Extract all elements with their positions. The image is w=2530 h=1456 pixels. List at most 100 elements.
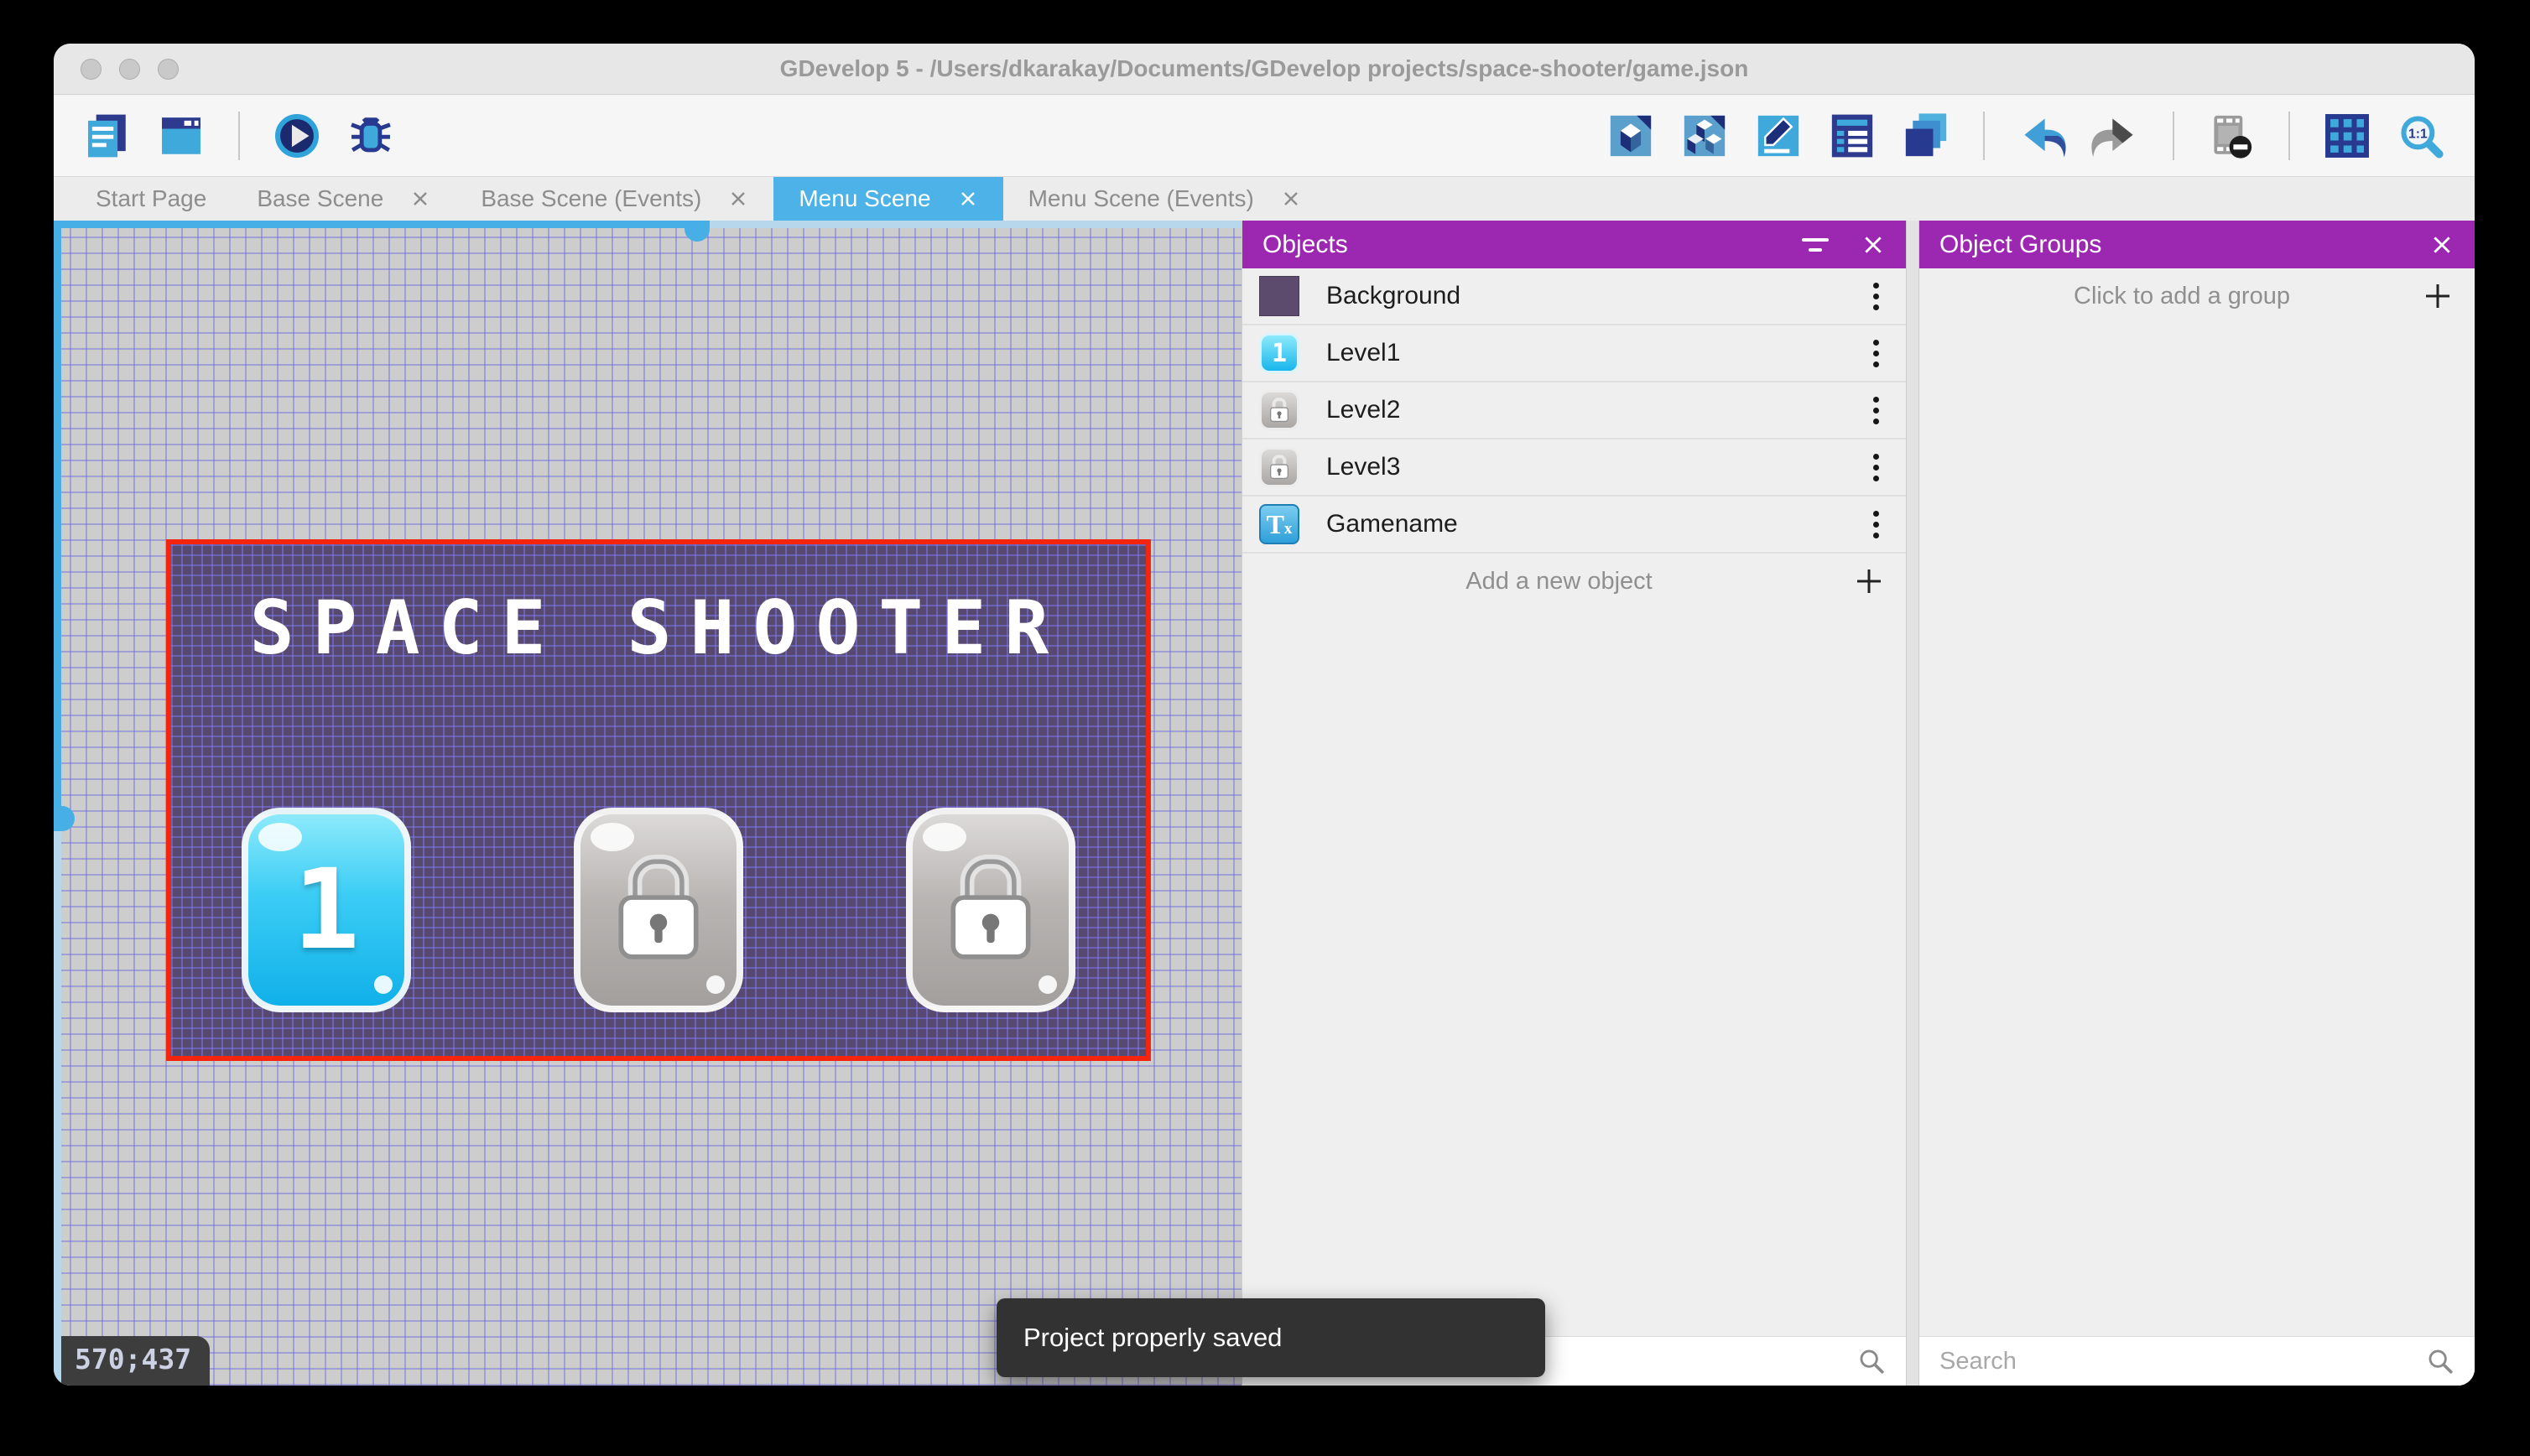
minimize-window-button[interactable] bbox=[119, 59, 140, 80]
object-thumbnail-level2 bbox=[1259, 390, 1299, 430]
object-thumbnail-background bbox=[1259, 276, 1299, 316]
object-name: Level3 bbox=[1326, 453, 1863, 481]
object-row-gamename[interactable]: Tx Gamename bbox=[1242, 497, 1906, 554]
redo-button[interactable] bbox=[2085, 106, 2146, 166]
toolbar-separator bbox=[2173, 112, 2174, 160]
scene-title-instance[interactable]: SPACE SHOOTER bbox=[171, 585, 1146, 671]
object-row-level2[interactable]: Level2 bbox=[1242, 382, 1906, 439]
object-name: Background bbox=[1326, 282, 1863, 310]
scene-window-icon bbox=[157, 112, 206, 160]
svg-text:1:1: 1:1 bbox=[2408, 127, 2428, 141]
text-object-icon: T bbox=[1267, 511, 1284, 538]
redo-icon bbox=[2091, 112, 2140, 160]
object-groups-panel: Object Groups Click to add a group bbox=[1919, 221, 2475, 1386]
object-groups-search-input[interactable] bbox=[1939, 1348, 2413, 1375]
kebab-menu-icon[interactable] bbox=[1863, 449, 1889, 486]
close-icon[interactable] bbox=[1861, 232, 1886, 257]
toolbar-right-group: 1:1 bbox=[1601, 106, 2451, 166]
lock-icon bbox=[1268, 455, 1290, 481]
add-group-row[interactable]: Click to add a group bbox=[1919, 268, 2475, 324]
hscroll-thumb[interactable] bbox=[685, 221, 710, 242]
close-window-button[interactable] bbox=[81, 59, 102, 80]
toolbar-left-group bbox=[77, 106, 401, 166]
tab-label: Start Page bbox=[96, 185, 206, 212]
window-title: GDevelop 5 - /Users/dkarakay/Documents/G… bbox=[780, 55, 1749, 82]
game-scene-window[interactable]: SPACE SHOOTER 1 bbox=[166, 539, 1151, 1061]
debug-icon bbox=[346, 112, 395, 160]
traffic-lights bbox=[81, 59, 179, 80]
tab-base-scene[interactable]: Base Scene bbox=[232, 177, 456, 221]
objects-editor-icon bbox=[1606, 112, 1655, 160]
add-object-label: Add a new object bbox=[1264, 568, 1854, 595]
tab-base-scene-events[interactable]: Base Scene (Events) bbox=[456, 177, 773, 221]
start-page-button[interactable] bbox=[151, 106, 211, 166]
toolbar-separator bbox=[2288, 112, 2290, 160]
tab-close-icon[interactable] bbox=[1281, 189, 1301, 209]
level1-button-instance[interactable]: 1 bbox=[242, 808, 411, 1012]
panel-divider[interactable] bbox=[1906, 221, 1919, 1386]
zoom-reset-icon: 1:1 bbox=[2397, 112, 2445, 160]
search-icon bbox=[1857, 1347, 1886, 1375]
scene-editor-canvas[interactable]: SPACE SHOOTER 1 bbox=[54, 221, 1242, 1386]
open-layers-editor-button[interactable] bbox=[1896, 106, 1956, 166]
cursor-coordinates-badge: 570;437 bbox=[61, 1336, 210, 1386]
open-objects-editor-button[interactable] bbox=[1601, 106, 1661, 166]
level1-number: 1 bbox=[248, 814, 404, 1006]
close-icon[interactable] bbox=[2429, 232, 2455, 257]
object-row-level1[interactable]: 1 Level1 bbox=[1242, 325, 1906, 382]
search-icon bbox=[2426, 1347, 2455, 1375]
level3-button-instance[interactable] bbox=[906, 808, 1075, 1012]
debugger-button[interactable] bbox=[341, 106, 401, 166]
project-manager-icon bbox=[83, 112, 132, 160]
plus-icon bbox=[2423, 281, 2453, 311]
open-instances-list-button[interactable] bbox=[1822, 106, 1882, 166]
tab-close-icon[interactable] bbox=[958, 189, 978, 209]
add-group-button[interactable] bbox=[2423, 281, 2453, 311]
tab-label: Menu Scene (Events) bbox=[1028, 185, 1254, 212]
vertical-scrollbar[interactable] bbox=[54, 221, 61, 1386]
play-icon bbox=[273, 112, 321, 160]
object-groups-panel-header: Object Groups bbox=[1919, 221, 2475, 268]
tab-menu-scene-events[interactable]: Menu Scene (Events) bbox=[1003, 177, 1326, 221]
kebab-menu-icon[interactable] bbox=[1863, 278, 1889, 315]
kebab-menu-icon[interactable] bbox=[1863, 506, 1889, 543]
object-row-background[interactable]: Background bbox=[1242, 268, 1906, 325]
horizontal-scrollbar[interactable] bbox=[54, 221, 1242, 228]
open-object-groups-button[interactable] bbox=[1674, 106, 1735, 166]
object-groups-search-bar bbox=[1919, 1336, 2475, 1386]
zoom-window-button[interactable] bbox=[158, 59, 179, 80]
objects-panel-empty-space bbox=[1242, 609, 1906, 1336]
tab-start-page[interactable]: Start Page bbox=[70, 177, 232, 221]
object-name: Level2 bbox=[1326, 396, 1863, 424]
object-row-level3[interactable]: Level3 bbox=[1242, 439, 1906, 497]
main-toolbar: 1:1 bbox=[54, 95, 2475, 177]
tab-label: Base Scene bbox=[257, 185, 383, 212]
add-object-row[interactable]: Add a new object bbox=[1242, 554, 1906, 609]
open-properties-button[interactable] bbox=[1748, 106, 1809, 166]
vscroll-thumb[interactable] bbox=[54, 806, 75, 831]
toggle-grid-button[interactable] bbox=[2317, 106, 2377, 166]
object-thumbnail-level1: 1 bbox=[1259, 333, 1299, 373]
undo-button[interactable] bbox=[2012, 106, 2072, 166]
filter-icon[interactable] bbox=[1799, 235, 1832, 255]
kebab-menu-icon[interactable] bbox=[1863, 392, 1889, 429]
grid-icon bbox=[2323, 112, 2371, 160]
tab-label: Menu Scene bbox=[799, 185, 930, 212]
preview-play-button[interactable] bbox=[267, 106, 327, 166]
project-manager-button[interactable] bbox=[77, 106, 138, 166]
tab-menu-scene[interactable]: Menu Scene bbox=[773, 177, 1002, 221]
editor-tabbar: Start Page Base Scene Base Scene (Events… bbox=[54, 177, 2475, 221]
kebab-menu-icon[interactable] bbox=[1863, 335, 1889, 372]
add-object-button[interactable] bbox=[1854, 566, 1884, 596]
tab-close-icon[interactable] bbox=[410, 189, 430, 209]
tab-close-icon[interactable] bbox=[728, 189, 748, 209]
properties-icon bbox=[1754, 112, 1803, 160]
tab-label: Base Scene (Events) bbox=[481, 185, 701, 212]
zoom-reset-button[interactable]: 1:1 bbox=[2391, 106, 2451, 166]
objects-panel: Objects Background 1 Level1 bbox=[1242, 221, 1906, 1386]
toggle-window-mask-button[interactable] bbox=[2201, 106, 2262, 166]
level2-button-instance[interactable] bbox=[574, 808, 743, 1012]
object-name: Gamename bbox=[1326, 510, 1863, 538]
app-window: GDevelop 5 - /Users/dkarakay/Documents/G… bbox=[54, 44, 2475, 1386]
layers-icon bbox=[1902, 112, 1950, 160]
